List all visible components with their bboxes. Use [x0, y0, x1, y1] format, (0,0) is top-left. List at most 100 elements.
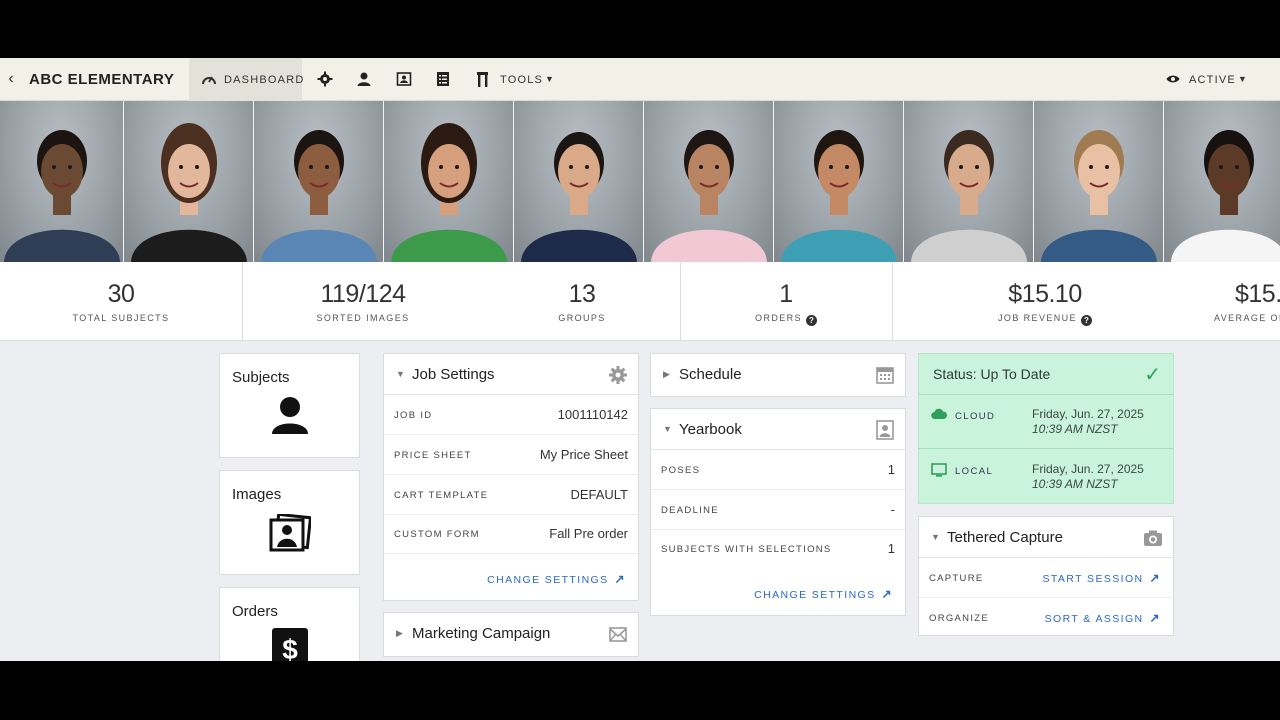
status-filter-dropdown[interactable]: ACTIVE ▼ [1166, 71, 1250, 89]
tools-label: TOOLS [500, 74, 544, 86]
help-icon[interactable]: ? [805, 315, 817, 326]
row-value: - [890, 502, 895, 517]
local-sync-row: LOCAL Friday, Jun. 27, 2025 10:39 AM NZS… [919, 450, 1173, 504]
list-icon[interactable] [435, 71, 451, 87]
chevron-down-icon: ▼ [1238, 74, 1247, 84]
row-value: My Price Sheet [539, 447, 628, 462]
portrait-image [521, 132, 637, 262]
organize-row: ORGANIZE SORT & ASSIGN ↗ [919, 598, 1173, 638]
help-icon[interactable]: ? [1080, 315, 1092, 326]
chevron-right-icon: ▶ [663, 369, 670, 379]
stat-value: 1 [779, 280, 793, 308]
row-value: Fall Pre order [549, 526, 628, 541]
calendar-icon [876, 367, 894, 384]
schedule-panel[interactable]: ▶ Schedule [650, 353, 906, 397]
tab-dashboard[interactable]: DASHBOARD [189, 58, 305, 101]
camera-icon [1144, 530, 1162, 546]
job-settings-header[interactable]: ▼ Job Settings [384, 354, 638, 395]
stat-value: $15.1 [1235, 280, 1280, 308]
change-settings-link[interactable]: CHANGE SETTINGS ↗ [487, 572, 626, 586]
start-session-link[interactable]: START SESSION ↗ [1042, 571, 1161, 585]
job-id-row: JOB ID 1001110142 [384, 395, 638, 435]
svg-text:$: $ [282, 634, 298, 661]
stat-total-subjects[interactable]: 30 TOTAL SUBJECTS [0, 262, 242, 341]
orders-card[interactable]: Orders $ [219, 587, 360, 661]
tethered-title: Tethered Capture [947, 529, 1063, 546]
chevron-down-icon: ▼ [931, 532, 940, 542]
change-settings-link[interactable]: CHANGE SETTINGS ↗ [754, 587, 893, 601]
subject-photo-strip [0, 101, 1280, 262]
portrait-image [651, 130, 767, 262]
stat-label: JOB REVENUE [998, 313, 1077, 323]
stat-job-revenue[interactable]: $15.10 JOB REVENUE? [892, 262, 1198, 341]
stat-label: SORTED IMAGES [316, 313, 410, 323]
sort-assign-link[interactable]: SORT & ASSIGN ↗ [1045, 611, 1161, 625]
external-arrow-icon: ↗ [1149, 571, 1161, 585]
sync-date: Friday, Jun. 27, 2025 [1032, 462, 1144, 476]
subject-photo[interactable] [254, 101, 384, 262]
stat-value: 30 [107, 280, 135, 308]
subject-photo[interactable] [0, 101, 124, 262]
cart-template-row: CART TEMPLATE DEFAULT [384, 475, 638, 515]
stat-orders[interactable]: 1 ORDERS? [680, 262, 892, 341]
subject-photo[interactable] [384, 101, 514, 262]
portrait-image [131, 123, 247, 262]
photo-album-icon[interactable] [396, 71, 412, 87]
row-label: ORGANIZE [929, 613, 990, 624]
back-arrow-icon[interactable]: ‹ [2, 70, 20, 88]
orders-card-title: Orders [232, 603, 278, 620]
sync-status-panel: Status: Up To Date ✓ CLOUD Friday, Jun. … [918, 353, 1174, 504]
subject-photo[interactable] [124, 101, 254, 262]
sync-time: 10:39 AM NZST [1032, 422, 1118, 436]
stat-sorted-images[interactable]: 119/124 SORTED IMAGES [242, 262, 484, 341]
subject-photo[interactable] [774, 101, 904, 262]
stat-average-order[interactable]: $15.1 AVERAGE OR [1198, 262, 1280, 341]
settings-icon[interactable] [317, 71, 333, 87]
row-label: DEADLINE [661, 505, 719, 516]
capture-row: CAPTURE START SESSION ↗ [919, 558, 1173, 598]
stat-label: AVERAGE OR [1214, 313, 1280, 323]
gear-icon[interactable] [608, 365, 628, 385]
app-window: ‹ ABC ELEMENTARY DASHBOARD TOOLS ▼ ACTIV… [0, 58, 1280, 661]
portrait-image [391, 123, 507, 262]
row-label: JOB ID [394, 410, 433, 421]
schedule-header: ▶ Schedule [651, 354, 905, 395]
start-session-label: START SESSION [1042, 573, 1144, 585]
letterbox-bottom [0, 661, 1280, 720]
person-icon [271, 397, 308, 434]
stat-groups[interactable]: 13 GROUPS [484, 262, 680, 341]
yearbook-title: Yearbook [679, 421, 742, 438]
portrait-image [4, 130, 120, 262]
portrait-image [1171, 130, 1280, 262]
subjects-card-title: Subjects [232, 369, 290, 386]
person-icon[interactable] [356, 71, 372, 87]
stat-label: GROUPS [558, 313, 606, 323]
school-name[interactable]: ABC ELEMENTARY [29, 71, 174, 88]
photos-icon [269, 514, 311, 552]
chevron-down-icon: ▼ [545, 74, 554, 84]
subject-photo[interactable] [1034, 101, 1164, 262]
subjects-card[interactable]: Subjects [219, 353, 360, 458]
tools-icon [477, 72, 488, 87]
row-value: 1 [887, 541, 895, 556]
sync-time: 10:39 AM NZST [1032, 477, 1118, 491]
marketing-campaign-panel[interactable]: ▶ Marketing Campaign [383, 612, 639, 657]
monitor-icon [931, 463, 947, 477]
dollar-icon: $ [271, 628, 308, 661]
job-settings-title: Job Settings [412, 366, 495, 383]
row-label: POSES [661, 465, 701, 476]
subject-photo[interactable] [904, 101, 1034, 262]
subjects-with-selections-row: SUBJECTS WITH SELECTIONS 1 [651, 529, 905, 569]
subject-photo[interactable] [1164, 101, 1280, 262]
row-value: DEFAULT [570, 487, 628, 502]
price-sheet-row: PRICE SHEET My Price Sheet [384, 435, 638, 475]
subject-photo[interactable] [514, 101, 644, 262]
yearbook-header[interactable]: ▼ Yearbook [651, 409, 905, 450]
yearbook-panel: ▼ Yearbook POSES 1 DEADLINE - SUBJECTS W… [650, 408, 906, 616]
images-card[interactable]: Images [219, 470, 360, 575]
sync-label: CLOUD [955, 411, 996, 422]
tab-dashboard-label: DASHBOARD [224, 74, 305, 86]
external-arrow-icon: ↗ [614, 572, 626, 586]
subject-photo[interactable] [644, 101, 774, 262]
tethered-header[interactable]: ▼ Tethered Capture [919, 517, 1173, 558]
